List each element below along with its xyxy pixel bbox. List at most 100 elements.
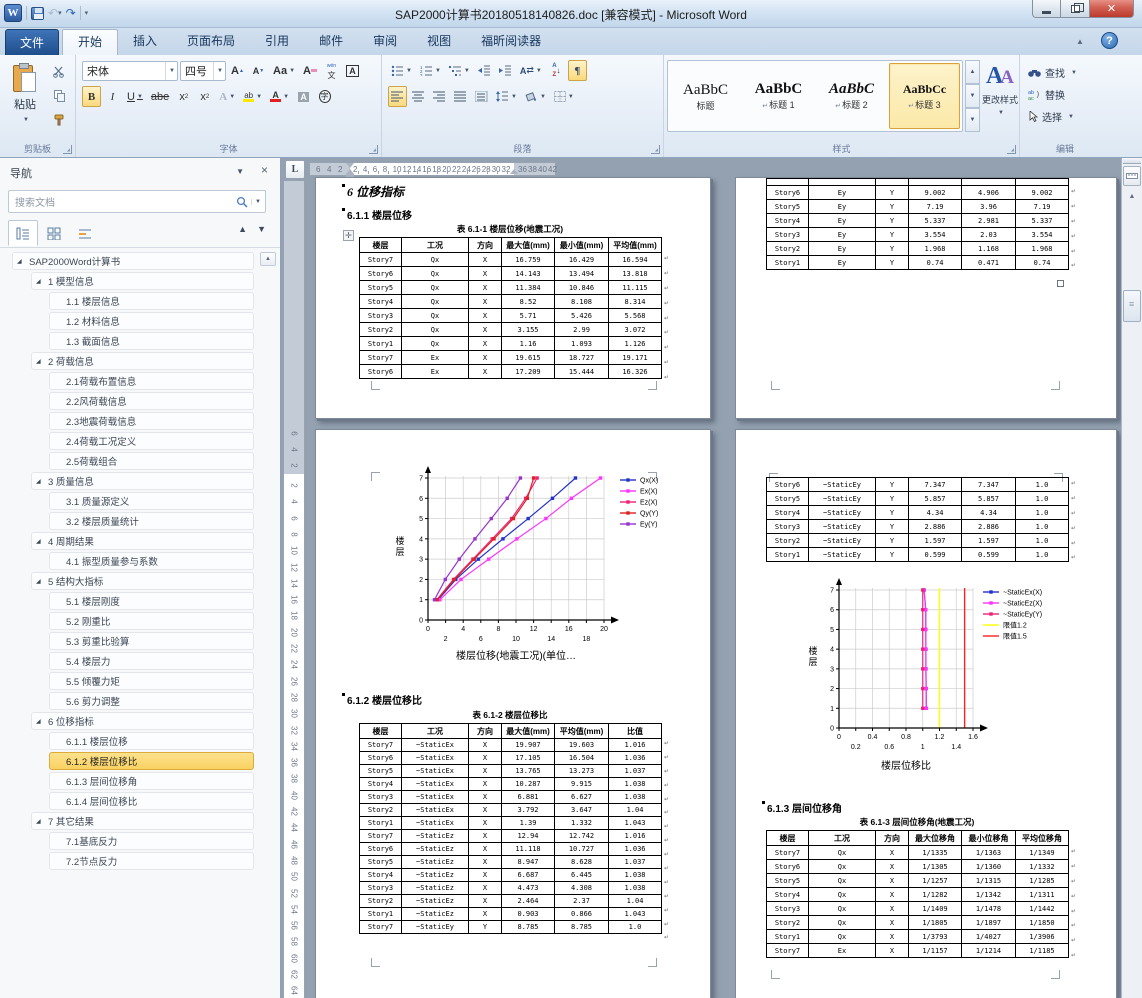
expand-caret-icon[interactable]: ◢ xyxy=(36,578,44,585)
character-shading-button[interactable]: A xyxy=(294,86,313,107)
navigation-pane-menu-icon[interactable]: ▼ xyxy=(236,167,244,176)
view-ruler-toggle-icon[interactable] xyxy=(1123,166,1141,186)
styles-scroll-down-icon[interactable]: ▼ xyxy=(965,84,980,108)
nav-item-0[interactable]: ◢SAP2000Word计算书 xyxy=(12,252,254,270)
align-right-button[interactable] xyxy=(430,86,449,107)
change-case-button[interactable]: Aa▼ xyxy=(270,60,298,81)
close-button[interactable]: ✕ xyxy=(1089,0,1134,18)
document-page-1[interactable]: 6 位移指标 6.1.1 楼层位移 表 6.1-1 楼层位移(地震工况) ✛ 楼… xyxy=(315,177,711,419)
grow-font-button[interactable]: A▲ xyxy=(228,60,247,81)
nav-item-29[interactable]: 7.1基底反力 xyxy=(49,832,254,850)
nav-item-4[interactable]: 1.3 截面信息 xyxy=(49,332,254,350)
show-hide-marks-button[interactable]: ¶ xyxy=(568,60,587,81)
nav-item-11[interactable]: ◢3 质量信息 xyxy=(31,472,254,490)
paste-dropdown-icon[interactable]: ▼ xyxy=(23,117,29,123)
nav-item-2[interactable]: 1.1 楼层信息 xyxy=(49,292,254,310)
align-left-button[interactable] xyxy=(388,86,407,107)
ribbon-tab-5[interactable]: 邮件 xyxy=(304,29,358,55)
ribbon-tab-2[interactable]: 插入 xyxy=(118,29,172,55)
asian-layout-button[interactable]: A⇄▼ xyxy=(517,60,545,81)
nav-item-19[interactable]: 5.3 剪重比验算 xyxy=(49,632,254,650)
nav-item-13[interactable]: 3.2 楼层质量统计 xyxy=(49,512,254,530)
nav-item-30[interactable]: 7.2节点反力 xyxy=(49,852,254,870)
split-handle[interactable] xyxy=(1123,158,1141,164)
distributed-button[interactable] xyxy=(472,86,491,107)
cut-button[interactable] xyxy=(48,61,70,82)
enclose-characters-button[interactable]: 字 xyxy=(315,86,334,107)
nav-item-16[interactable]: ◢5 结构大指标 xyxy=(31,572,254,590)
search-options-dropdown-icon[interactable]: ▼ xyxy=(251,199,261,205)
nav-item-20[interactable]: 5.4 楼层力 xyxy=(49,652,254,670)
text-effects-button[interactable]: A▼ xyxy=(216,86,238,107)
sort-button[interactable]: AZ↓ xyxy=(547,60,566,81)
nav-item-10[interactable]: 2.5荷载组合 xyxy=(49,452,254,470)
copy-button[interactable] xyxy=(48,85,70,106)
multilevel-list-button[interactable]: ▼ xyxy=(446,60,473,81)
document-page-4[interactable]: Story6~StaticEyY7.3477.3471.0Story5~Stat… xyxy=(735,429,1117,998)
collapse-ribbon-icon[interactable]: ▲ xyxy=(1070,35,1090,49)
ribbon-tab-1[interactable]: 开始 xyxy=(62,29,118,55)
customize-qat-button[interactable]: ▾ xyxy=(85,9,89,17)
expand-caret-icon[interactable]: ◢ xyxy=(17,258,25,265)
justify-button[interactable] xyxy=(451,86,470,107)
nav-item-21[interactable]: 5.5 倾覆力矩 xyxy=(49,672,254,690)
clear-formatting-button[interactable]: A xyxy=(300,60,320,81)
undo-dropdown-icon[interactable]: ▾ xyxy=(58,9,62,17)
nav-item-15[interactable]: 4.1 振型质量参与系数 xyxy=(49,552,254,570)
tab-browse-headings[interactable] xyxy=(8,220,38,246)
expand-caret-icon[interactable]: ◢ xyxy=(36,278,44,285)
highlight-button[interactable]: ab▼ xyxy=(240,86,265,107)
nav-item-7[interactable]: 2.2风荷载信息 xyxy=(49,392,254,410)
next-heading-icon[interactable]: ▼ xyxy=(257,224,266,234)
nav-item-9[interactable]: 2.4荷载工况定义 xyxy=(49,432,254,450)
find-button[interactable]: 查找▼ xyxy=(1028,65,1077,80)
ribbon-tab-8[interactable]: 福昕阅读器 xyxy=(466,29,556,55)
styles-more-icon[interactable]: ▼ xyxy=(965,108,980,132)
previous-heading-icon[interactable]: ▲ xyxy=(238,224,247,234)
expand-caret-icon[interactable]: ◢ xyxy=(36,818,44,825)
nav-scroll-up-icon[interactable]: ▲ xyxy=(260,252,276,266)
nav-item-6[interactable]: 2.1荷载布置信息 xyxy=(49,372,254,390)
nav-item-25[interactable]: 6.1.2 楼层位移比 xyxy=(49,752,254,770)
strikethrough-button[interactable]: abe xyxy=(148,86,172,107)
font-size-combo[interactable]: 四号 ▼ xyxy=(180,61,226,81)
paragraph-dialog-launcher-icon[interactable] xyxy=(651,145,660,154)
change-styles-button[interactable]: AA 更改样式 ▼ xyxy=(982,61,1018,135)
align-center-button[interactable] xyxy=(409,86,428,107)
nav-item-27[interactable]: 6.1.4 层间位移比 xyxy=(49,792,254,810)
tab-browse-pages[interactable] xyxy=(39,220,69,246)
italic-button[interactable]: I xyxy=(103,86,122,107)
subscript-button[interactable]: x2 xyxy=(174,86,193,107)
minimize-button[interactable] xyxy=(1032,0,1061,18)
search-input[interactable]: 搜索文档 ▼ xyxy=(8,190,266,213)
numbering-button[interactable]: 123 ▼ xyxy=(417,60,444,81)
expand-caret-icon[interactable]: ◢ xyxy=(36,538,44,545)
nav-item-18[interactable]: 5.2 刚重比 xyxy=(49,612,254,630)
style-card-3[interactable]: AaBbC↵标题 2 xyxy=(816,63,887,129)
ribbon-tab-4[interactable]: 引用 xyxy=(250,29,304,55)
ribbon-tab-6[interactable]: 审阅 xyxy=(358,29,412,55)
restore-button[interactable] xyxy=(1061,0,1089,18)
nav-item-3[interactable]: 1.2 材料信息 xyxy=(49,312,254,330)
table-move-handle-icon[interactable]: ✛ xyxy=(343,230,354,241)
paste-button[interactable]: 粘贴 ▼ xyxy=(5,60,45,136)
nav-item-12[interactable]: 3.1 质量源定义 xyxy=(49,492,254,510)
document-canvas[interactable]: L 64224681012141618202224262830323638404… xyxy=(281,158,1121,998)
help-icon[interactable]: ? xyxy=(1101,32,1118,49)
bold-button[interactable]: B xyxy=(82,86,101,107)
save-button[interactable] xyxy=(31,7,44,20)
clipboard-dialog-launcher-icon[interactable] xyxy=(63,145,72,154)
select-button[interactable]: 选择▼ xyxy=(1028,109,1074,124)
bullets-button[interactable]: ▼ xyxy=(388,60,415,81)
nav-item-14[interactable]: ◢4 周期结果 xyxy=(31,532,254,550)
expand-caret-icon[interactable]: ◢ xyxy=(36,478,44,485)
increase-indent-button[interactable] xyxy=(496,60,515,81)
nav-item-8[interactable]: 2.3地震荷载信息 xyxy=(49,412,254,430)
table-resize-handle[interactable] xyxy=(1057,280,1064,287)
scrollbar-thumb[interactable] xyxy=(1123,290,1141,322)
nav-item-22[interactable]: 5.6 剪力调整 xyxy=(49,692,254,710)
nav-item-17[interactable]: 5.1 楼层刚度 xyxy=(49,592,254,610)
horizontal-ruler[interactable]: 642246810121416182022242628303236384042 xyxy=(309,162,556,176)
underline-button[interactable]: U▼ xyxy=(124,86,146,107)
nav-item-24[interactable]: 6.1.1 楼层位移 xyxy=(49,732,254,750)
